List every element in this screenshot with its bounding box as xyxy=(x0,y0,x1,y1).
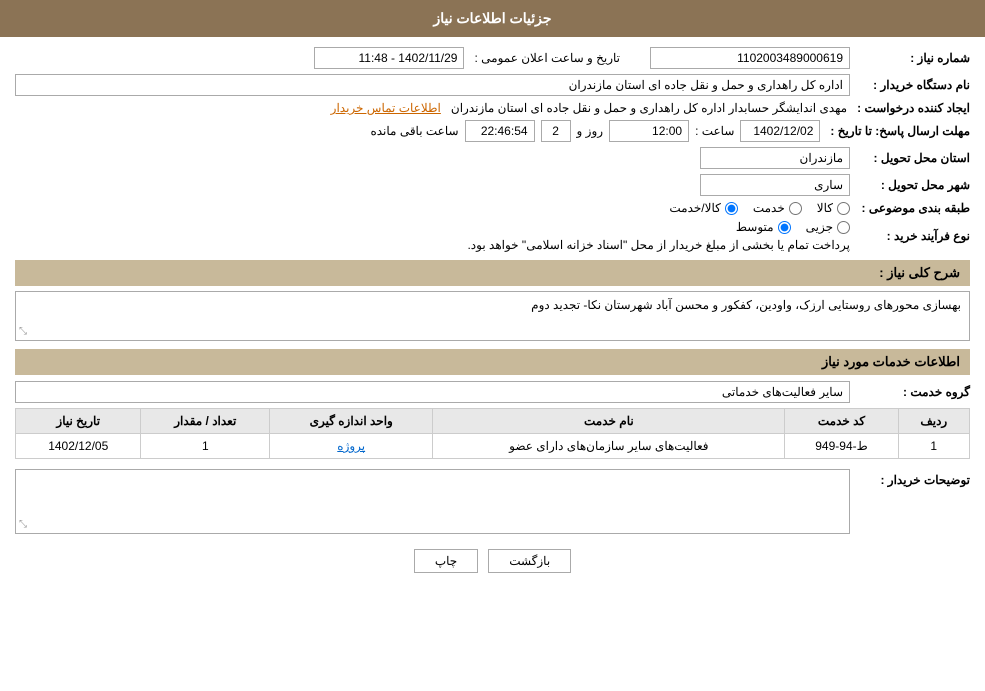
mohlat-remaining: ساعت باقی مانده xyxy=(370,124,458,138)
noeFarayand-note: پرداخت تمام یا بخشی از مبلغ خریدار از مح… xyxy=(467,238,850,252)
noeFarayand-label: نوع فرآیند خرید : xyxy=(850,229,970,243)
shahr-value: ساری xyxy=(700,174,850,196)
col-namKhadamat: نام خدمت xyxy=(433,409,785,434)
ostan-value: مازندران xyxy=(700,147,850,169)
ijadKonande-value-container: مهدی اندایشگر حسابدار اداره کل راهداری و… xyxy=(15,101,847,115)
print-button[interactable]: چاپ xyxy=(414,549,478,573)
namDastgah-value: اداره کل راهداری و حمل و نقل جاده ای است… xyxy=(15,74,850,96)
noeFarayand-jozi-label: جزیی xyxy=(806,220,833,234)
mohlat-countdown: 22:46:54 xyxy=(465,120,535,142)
mohlat-saat: 12:00 xyxy=(609,120,689,142)
khadamat-title-text: اطلاعات خدمات مورد نیاز xyxy=(822,354,960,369)
buttons-row: بازگشت چاپ xyxy=(15,549,970,573)
ostan-row: استان محل تحویل : مازندران xyxy=(15,147,970,169)
tabaqe-khadamat-label: خدمت xyxy=(753,201,785,215)
tabaqe-kala-khadamat-radio[interactable] xyxy=(725,202,738,215)
sharhKoli-section-title: شرح کلی نیاز : xyxy=(15,260,970,286)
page-title: جزئیات اطلاعات نیاز xyxy=(433,10,551,26)
sharhKoli-value: بهسازی محورهای روستایی ارزک، واودین، کفک… xyxy=(531,298,961,312)
shomareNiaz-value: 1102003489000619 xyxy=(650,47,850,69)
tabaqe-kala-label: کالا xyxy=(817,201,833,215)
noeFarayand-jozi-radio[interactable] xyxy=(837,221,850,234)
cell-kodKhadamat: ط-94-949 xyxy=(785,434,898,459)
mohlat-saat-label: ساعت : xyxy=(695,124,734,138)
col-vahed: واحد اندازه گیری xyxy=(270,409,433,434)
noeFarayand-value-container: جزیی متوسط پرداخت تمام یا بخشی از مبلغ خ… xyxy=(15,220,850,252)
tabaqe-value-container: کالا خدمت کالا/خدمت xyxy=(15,201,850,215)
taarikh-saat-value: 1402/11/29 - 11:48 xyxy=(314,47,464,69)
tosifat-label: توضیحات خریدار : xyxy=(850,469,970,487)
tabaqe-kala-item: کالا xyxy=(817,201,850,215)
noeFarayand-motevaset-label: متوسط xyxy=(736,220,774,234)
table-header-row: ردیف کد خدمت نام خدمت واحد اندازه گیری ت… xyxy=(16,409,970,434)
taarikh-saat-label: تاریخ و ساعت اعلان عمومی : xyxy=(474,51,620,65)
shahr-value-container: ساری xyxy=(15,174,850,196)
noeFarayand-jozi-item: جزیی xyxy=(806,220,850,234)
services-table: ردیف کد خدمت نام خدمت واحد اندازه گیری ت… xyxy=(15,408,970,459)
tabaqe-kala-khadamat-label: کالا/خدمت xyxy=(669,201,720,215)
ostan-value-container: مازندران xyxy=(15,147,850,169)
namDastgah-label: نام دستگاه خریدار : xyxy=(850,78,970,92)
ijadKonande-text: مهدی اندایشگر حسابدار اداره کل راهداری و… xyxy=(451,101,847,115)
sharhKoli-box: بهسازی محورهای روستایی ارزک، واودین، کفک… xyxy=(15,291,970,341)
col-kodKhadamat: کد خدمت xyxy=(785,409,898,434)
ijadKonande-row: ایجاد کننده درخواست : مهدی اندایشگر حساب… xyxy=(15,101,970,115)
cell-vahed-link[interactable]: پروژه xyxy=(337,439,365,453)
mohlat-roz-label: روز و xyxy=(577,124,604,138)
shomareNiaz-row: شماره نیاز : 1102003489000619 تاریخ و سا… xyxy=(15,47,970,69)
page-header: جزئیات اطلاعات نیاز xyxy=(0,0,985,37)
khadamat-section-title: اطلاعات خدمات مورد نیاز xyxy=(15,349,970,375)
cell-tedad: 1 xyxy=(141,434,270,459)
col-tedad: تعداد / مقدار xyxy=(141,409,270,434)
mohlat-value-container: 1402/12/02 ساعت : 12:00 روز و 2 22:46:54… xyxy=(15,120,820,142)
tosifat-resize-icon: ⤡ xyxy=(19,519,27,530)
col-tarikh: تاریخ نیاز xyxy=(16,409,141,434)
mohlat-label: مهلت ارسال پاسخ: تا تاریخ : xyxy=(820,124,970,138)
shahr-label: شهر محل تحویل : xyxy=(850,178,970,192)
tabaqe-khadamat-item: خدمت xyxy=(753,201,802,215)
tosifat-box: ⤡ xyxy=(15,469,850,534)
page-wrapper: جزئیات اطلاعات نیاز شماره نیاز : 1102003… xyxy=(0,0,985,691)
cell-radif: 1 xyxy=(898,434,969,459)
noeFarayand-row: نوع فرآیند خرید : جزیی متوسط پرداخت تمام… xyxy=(15,220,970,252)
tabaqe-row: طبقه بندی موضوعی : کالا خدمت کالا/خدمت xyxy=(15,201,970,215)
cell-vahed: پروژه xyxy=(270,434,433,459)
namDastgah-value-container: اداره کل راهداری و حمل و نقل جاده ای است… xyxy=(15,74,850,96)
mohlat-date: 1402/12/02 xyxy=(740,120,820,142)
shahr-row: شهر محل تحویل : ساری xyxy=(15,174,970,196)
noeFarayand-motevaset-radio[interactable] xyxy=(778,221,791,234)
col-radif: ردیف xyxy=(898,409,969,434)
col-indicator: ⤡ xyxy=(19,326,27,337)
noeFarayand-motevaset-item: متوسط xyxy=(736,220,791,234)
ostan-label: استان محل تحویل : xyxy=(850,151,970,165)
tosifat-value-container: ⤡ xyxy=(15,469,850,534)
tosifat-row: توضیحات خریدار : ⤡ xyxy=(15,469,970,534)
gerohKhadamat-row: گروه خدمت : سایر فعالیت‌های خدماتی xyxy=(15,381,970,403)
ijadKonande-link[interactable]: اطلاعات تماس خریدار xyxy=(331,101,441,115)
tabaqe-label: طبقه بندی موضوعی : xyxy=(850,201,970,215)
main-content: شماره نیاز : 1102003489000619 تاریخ و سا… xyxy=(0,37,985,593)
tabaqe-khadamat-radio[interactable] xyxy=(789,202,802,215)
table-row: 1 ط-94-949 فعالیت‌های سایر سازمان‌های دا… xyxy=(16,434,970,459)
back-button[interactable]: بازگشت xyxy=(488,549,571,573)
gerohKhadamat-label: گروه خدمت : xyxy=(850,385,970,399)
sharhKoli-title-text: شرح کلی نیاز : xyxy=(879,265,960,280)
tabaqe-kala-khadamat-item: کالا/خدمت xyxy=(669,201,737,215)
mohlat-roz: 2 xyxy=(541,120,571,142)
cell-tarikh: 1402/12/05 xyxy=(16,434,141,459)
shomareNiaz-label: شماره نیاز : xyxy=(850,51,970,65)
namDastgah-row: نام دستگاه خریدار : اداره کل راهداری و ح… xyxy=(15,74,970,96)
tabaqe-kala-radio[interactable] xyxy=(837,202,850,215)
gerohKhadamat-value-container: سایر فعالیت‌های خدماتی xyxy=(15,381,850,403)
shomareNiaz-value-container: 1102003489000619 تاریخ و ساعت اعلان عموم… xyxy=(15,47,850,69)
cell-namKhadamat: فعالیت‌های سایر سازمان‌های دارای عضو xyxy=(433,434,785,459)
sharhKoli-container: بهسازی محورهای روستایی ارزک، واودین، کفک… xyxy=(15,291,970,341)
gerohKhadamat-value: سایر فعالیت‌های خدماتی xyxy=(15,381,850,403)
ijadKonande-label: ایجاد کننده درخواست : xyxy=(847,101,970,115)
mohlat-row: مهلت ارسال پاسخ: تا تاریخ : 1402/12/02 س… xyxy=(15,120,970,142)
